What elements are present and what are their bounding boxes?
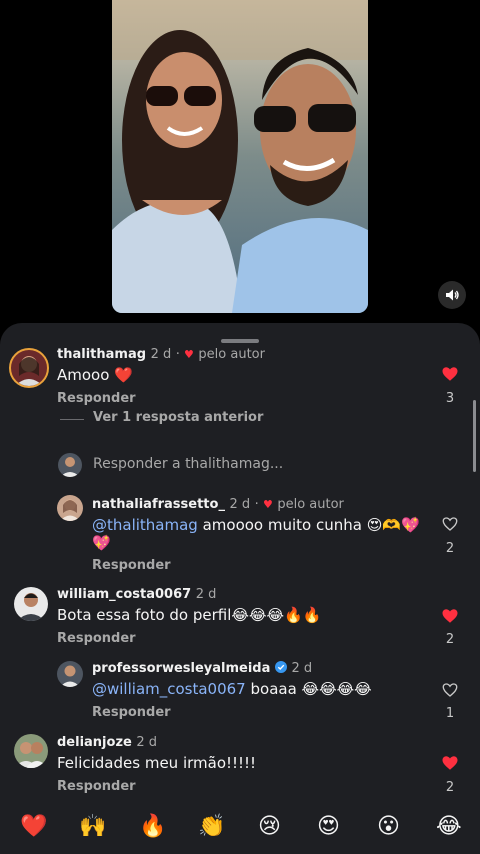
post-photo[interactable] — [112, 0, 368, 313]
like-count: 2 — [445, 780, 455, 795]
emoji-fire[interactable]: 🔥 — [139, 814, 166, 839]
scrollbar[interactable] — [473, 400, 476, 472]
comment-time: 2 d — [291, 661, 313, 676]
reply-button[interactable]: Responder — [57, 391, 136, 406]
avatar[interactable] — [14, 734, 48, 768]
like-count: 1 — [445, 706, 455, 721]
like-count: 2 — [445, 541, 455, 556]
avatar[interactable] — [57, 661, 83, 687]
reply-button[interactable]: Responder — [57, 779, 136, 794]
verified-badge-icon — [274, 661, 287, 673]
reply-button[interactable]: Responder — [92, 705, 171, 720]
couple-photo-illustration — [112, 0, 368, 313]
heart-small-icon: ♥ — [262, 498, 273, 511]
emoji-clap[interactable]: 👏 — [198, 814, 225, 839]
avatar[interactable] — [57, 495, 83, 521]
comment-text-line2: 💖 — [92, 534, 111, 552]
comment-text: Amooo ❤️ — [57, 366, 133, 384]
username[interactable]: william_costa0067 — [57, 587, 191, 602]
comment-text: @thalithamag amoooo muito cunha 😍🫶💖 — [92, 516, 420, 534]
current-user-avatar — [58, 453, 82, 477]
speaker-icon — [446, 289, 459, 301]
like-heart-icon[interactable] — [441, 754, 459, 772]
liked-by-author: pelo autor — [277, 497, 344, 512]
emoji-reaction-bar: ❤️ 🙌 🔥 👏 😢 😍 😮 😂 — [0, 804, 480, 854]
comment-header: professorwesleyalmeida 2 d — [92, 661, 312, 676]
avatar[interactable] — [9, 348, 49, 388]
reply-input-row[interactable]: Responder a thalithamag... — [58, 452, 458, 478]
username[interactable]: professorwesleyalmeida — [92, 661, 270, 676]
heart-small-icon: ♥ — [184, 348, 194, 361]
mention-link[interactable]: @thalithamag — [92, 516, 198, 534]
emoji-raised-hands[interactable]: 🙌 — [79, 814, 106, 839]
emoji-surprised[interactable]: 😮 — [377, 814, 400, 839]
like-count: 3 — [445, 391, 455, 406]
comment-time: 2 d — [150, 347, 172, 362]
reply-button[interactable]: Responder — [57, 631, 136, 646]
comments-sheet: thalithamag 2 d · ♥ pelo autor Amooo ❤️ … — [0, 323, 480, 854]
comment-text: Bota essa foto do perfil😂😂😂🔥🔥 — [57, 606, 322, 624]
like-heart-icon[interactable] — [441, 365, 459, 383]
like-heart-outline-icon[interactable] — [441, 515, 459, 533]
comment-header: nathaliafrassetto_ 2 d · ♥ pelo autor — [92, 497, 344, 512]
username[interactable]: thalithamag — [57, 347, 146, 362]
emoji-heart[interactable]: ❤️ — [20, 814, 47, 839]
mute-toggle-button[interactable] — [438, 281, 466, 309]
reply-input[interactable]: Responder a thalithamag... — [93, 456, 283, 472]
emoji-heart-eyes[interactable]: 😍 — [317, 814, 340, 839]
reply-button[interactable]: Responder — [92, 558, 171, 573]
like-count: 2 — [445, 632, 455, 647]
avatar[interactable] — [14, 587, 48, 621]
emoji-laughing[interactable]: 😂 — [436, 814, 462, 839]
comment-header: delianjoze 2 d — [57, 735, 157, 750]
comment-time: 2 d — [195, 587, 217, 602]
sheet-grabber[interactable] — [221, 339, 259, 343]
like-heart-outline-icon[interactable] — [441, 681, 459, 699]
comment-time: 2 d — [136, 735, 158, 750]
comment-header: william_costa0067 2 d — [57, 587, 216, 602]
like-heart-icon[interactable] — [441, 607, 459, 625]
comment-text: Felicidades meu irmão!!!!! — [57, 754, 257, 772]
mention-link[interactable]: @william_costa0067 — [92, 680, 246, 698]
liked-by-author: pelo autor — [198, 347, 265, 362]
comment-time: 2 d — [229, 497, 251, 512]
comment-header: thalithamag 2 d · ♥ pelo autor — [57, 347, 265, 362]
thread-line — [60, 419, 84, 420]
username[interactable]: nathaliafrassetto_ — [92, 497, 225, 512]
username[interactable]: delianjoze — [57, 735, 132, 750]
emoji-crying[interactable]: 😢 — [258, 814, 281, 839]
comment-text: @william_costa0067 boaaa 😂😂😂😂 — [92, 680, 372, 698]
